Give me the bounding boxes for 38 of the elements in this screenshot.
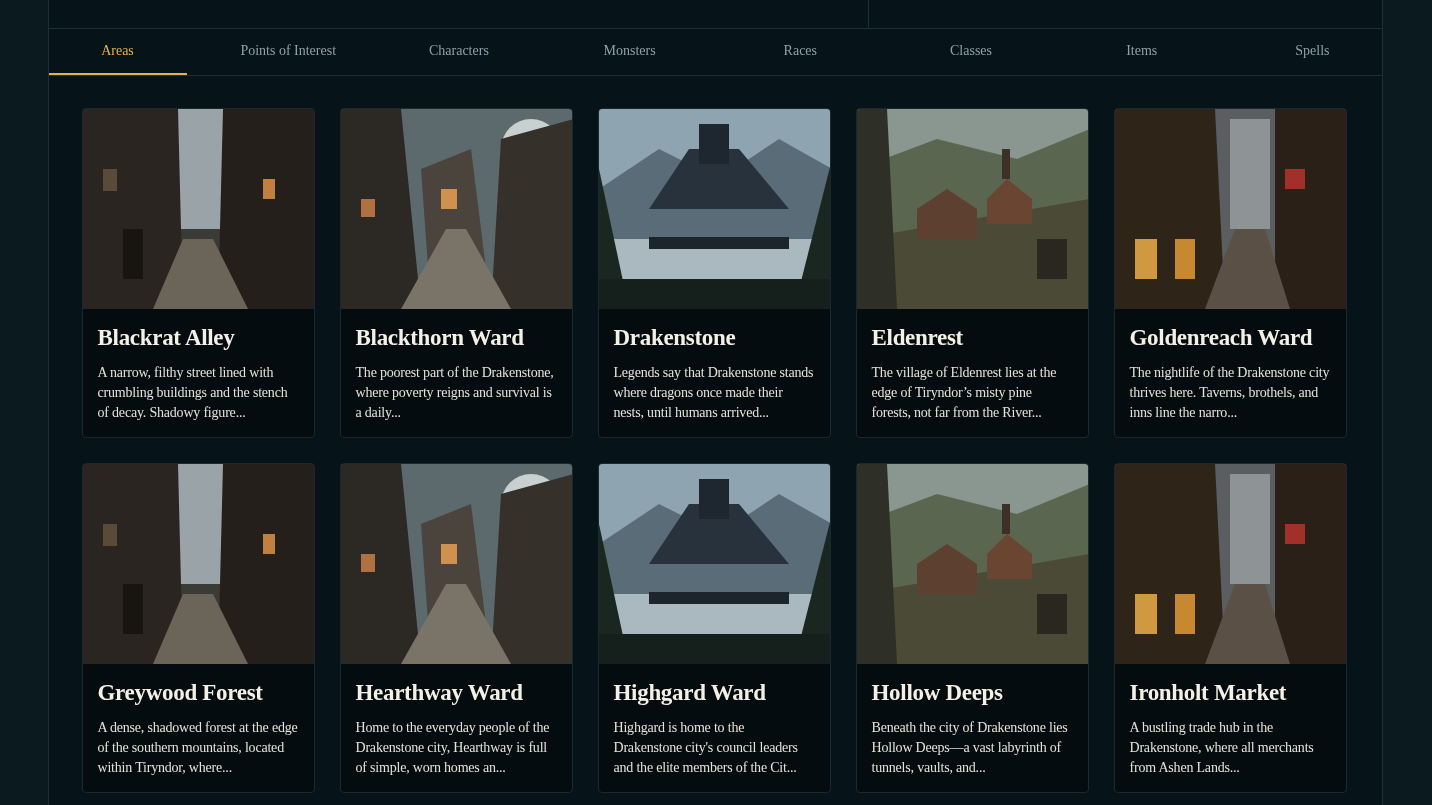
card-title: Hollow Deeps bbox=[871, 680, 1004, 706]
card-title: Hearthway Ward bbox=[355, 680, 524, 706]
area-card[interactable]: Hollow Deeps Beneath the city of Drakenstone lies Hollow Deeps—a vast labyrinth of tunnels, vaults, and... bbox=[855, 463, 1089, 793]
card-description: A bustling trade hub in the Drakenstone, where all merchants from Ashen Lands... bbox=[1129, 719, 1315, 777]
tab[interactable]: Characters bbox=[389, 29, 528, 75]
card-description: The village of Eldenrest lies at the edge of Tiryndor’s misty pine forests, not far from the River... bbox=[871, 364, 1058, 422]
tab[interactable]: Spells bbox=[1243, 29, 1382, 75]
card-title: Blackthorn Ward bbox=[355, 325, 525, 351]
tab[interactable]: Races bbox=[731, 29, 870, 75]
card-title: Ironholt Market bbox=[1129, 680, 1288, 706]
card-title: Blackrat Alley bbox=[97, 325, 236, 351]
card-title: Highgard Ward bbox=[613, 680, 767, 706]
card-description: A narrow, filthy street lined with crumbling buildings and the stench of decay. Shadowy figure... bbox=[97, 364, 289, 422]
card-description: The nightlife of the Drakenstone city thrives here. Taverns, brothels, and inns line the narro... bbox=[1129, 364, 1331, 422]
area-card[interactable]: Blackrat Alley A narrow, filthy street lined with crumbling buildings and the stench of decay. Shadowy figure... bbox=[81, 108, 315, 438]
tab[interactable]: Areas bbox=[48, 29, 187, 75]
card-description: Beneath the city of Drakenstone lies Hollow Deeps—a vast labyrinth of tunnels, vaults, and... bbox=[871, 719, 1069, 777]
card-title: Goldenreach Ward bbox=[1129, 325, 1314, 351]
card-description: Highgard is home to the Drakenstone city's council leaders and the elite members of the Cit... bbox=[613, 719, 799, 777]
card-description: The poorest part of the Drakenstone, where poverty reigns and survival is a daily... bbox=[355, 364, 555, 422]
tab[interactable]: Items bbox=[1072, 29, 1211, 75]
tab[interactable]: Points of Interest bbox=[219, 29, 358, 75]
area-card[interactable]: Blackthorn Ward The poorest part of the Drakenstone, where poverty reigns and survival is a daily... bbox=[339, 108, 573, 438]
tab[interactable]: Classes bbox=[902, 29, 1040, 75]
area-card[interactable]: Goldenreach Ward The nightlife of the Drakenstone city thrives here. Taverns, brothels, and inns line the narro... bbox=[1113, 108, 1347, 438]
card-description: Home to the everyday people of the Drakenstone city, Hearthway is full of simple, worn homes an... bbox=[355, 719, 551, 777]
card-description: Legends say that Drakenstone stands where dragons once made their nests, until humans arrived... bbox=[613, 364, 815, 422]
tab[interactable]: Monsters bbox=[560, 29, 699, 75]
card-title: Greywood Forest bbox=[97, 680, 264, 706]
area-card[interactable]: Highgard Ward Highgard is home to the Drakenstone city's council leaders and the elite members of the Cit... bbox=[597, 463, 831, 793]
card-description: A dense, shadowed forest at the edge of the southern mountains, located within Tiryndor, where... bbox=[97, 719, 299, 777]
area-card[interactable]: Eldenrest The village of Eldenrest lies at the edge of Tiryndor’s misty pine forests, not far from the River... bbox=[855, 108, 1089, 438]
area-card[interactable]: Ironholt Market A bustling trade hub in the Drakenstone, where all merchants from Ashen Lands... bbox=[1113, 463, 1347, 793]
area-card[interactable]: Drakenstone Legends say that Drakenstone stands where dragons once made their nests, until humans arrived... bbox=[597, 108, 831, 438]
card-title: Eldenrest bbox=[871, 325, 964, 351]
area-card[interactable]: Hearthway Ward Home to the everyday people of the Drakenstone city, Hearthway is full of simple, worn homes an... bbox=[339, 463, 573, 793]
card-title: Drakenstone bbox=[613, 325, 737, 351]
area-card[interactable]: Greywood Forest A dense, shadowed forest at the edge of the southern mountains, located within Tiryndor, where... bbox=[81, 463, 315, 793]
